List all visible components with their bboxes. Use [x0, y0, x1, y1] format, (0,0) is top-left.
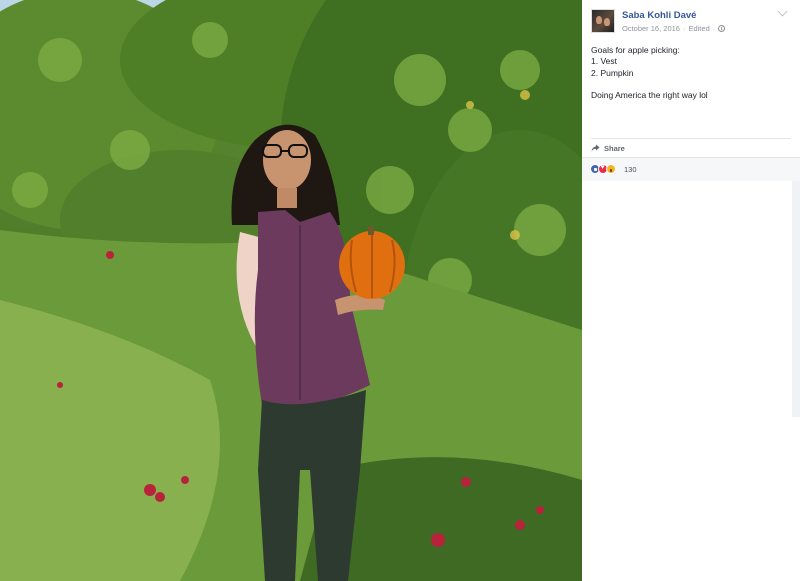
post-text-line: Doing America the right way lol [591, 89, 708, 100]
share-button[interactable]: Share [591, 142, 625, 154]
orchard-photo-illustration [0, 0, 582, 581]
post-header: Saba Kohli Davé October 16, 2016 · Edite… [582, 0, 800, 38]
post-date[interactable]: October 16, 2016 [622, 24, 680, 33]
share-icon [591, 144, 600, 152]
post-text-line: 1. Vest [591, 56, 617, 67]
post-text: Goals for apple picking: 1. Vest 2. Pump… [591, 45, 791, 101]
reactions-bar[interactable]: 130 [582, 157, 800, 181]
post-text-line: Goals for apple picking: [591, 45, 680, 55]
post-text-line: 2. Pumpkin [591, 67, 634, 78]
avatar[interactable] [591, 9, 615, 33]
reaction-icons[interactable] [590, 164, 616, 174]
meta-separator: · [712, 24, 716, 33]
post-photo[interactable] [0, 0, 582, 581]
author-name[interactable]: Saba Kohli Davé [622, 10, 696, 21]
globe-icon[interactable] [718, 25, 726, 32]
edited-label[interactable]: Edited [688, 24, 709, 33]
wow-icon [606, 164, 616, 174]
divider [591, 138, 791, 139]
chevron-down-icon[interactable] [777, 6, 788, 17]
share-label: Share [604, 143, 625, 153]
post-sidebar: Saba Kohli Davé October 16, 2016 · Edite… [582, 0, 800, 581]
meta-separator: · [682, 24, 686, 33]
post-meta: October 16, 2016 · Edited · [622, 24, 726, 33]
scrollbar[interactable] [792, 181, 800, 417]
reaction-count[interactable]: 130 [624, 165, 637, 174]
